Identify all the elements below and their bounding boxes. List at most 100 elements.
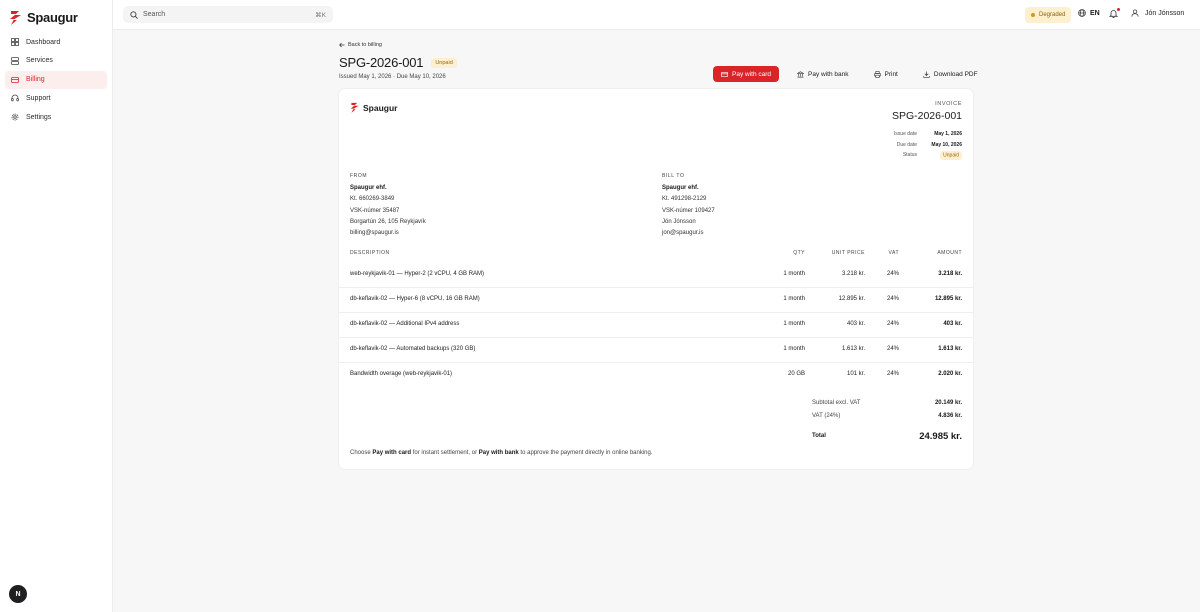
topbar: Search ⌘K Degraded EN Jón Jónsson <box>113 0 1200 30</box>
invoice-actions: Pay with card Pay with bank Print Downlo… <box>713 66 985 82</box>
total-row: Total 24.985 kr. <box>812 429 962 443</box>
item-vat: 24% <box>886 321 899 327</box>
globe-icon <box>1078 9 1086 17</box>
item-vat: 24% <box>886 346 899 352</box>
search-icon <box>130 10 138 19</box>
item-description: db-keflavik-02 — Additional IPv4 address <box>350 321 460 327</box>
user-icon <box>1131 9 1139 17</box>
status-row-value: Unpaid <box>917 150 962 160</box>
from-block: FROM Spaugur ehf. Kt. 660269-3849 VSK-nú… <box>350 171 426 239</box>
bill-to-block: BILL TO Spaugur ehf. Kt. 491298-2129 VSK… <box>662 171 715 239</box>
col-amount: AMOUNT <box>937 250 962 256</box>
sidebar-item-services[interactable]: Services <box>5 52 107 70</box>
issued-due-line: Issued May 1, 2026 · Due May 10, 2026 <box>339 74 446 80</box>
item-vat: 24% <box>886 271 899 277</box>
user-menu[interactable]: Jón Jónsson <box>1131 9 1184 17</box>
due-date-value: May 10, 2026 <box>931 141 962 148</box>
invoice-label: INVOICE <box>935 101 962 107</box>
search-placeholder: Search <box>143 11 166 18</box>
bill-to-label: BILL TO <box>662 173 685 179</box>
search-shortcut: ⌘K <box>315 11 326 19</box>
from-label: FROM <box>350 173 368 179</box>
line-items-header: DESCRIPTION QTY UNIT PRICE VAT AMOUNT <box>350 250 962 260</box>
table-row: web-reykjavik-01 — Hyper-2 (2 vCPU, 4 GB… <box>339 263 973 288</box>
sidebar-item-settings[interactable]: Settings <box>5 108 107 126</box>
sidebar-item-billing[interactable]: Billing <box>5 70 107 89</box>
workspace-badge[interactable]: N <box>9 585 27 603</box>
download-pdf-label: Download PDF <box>933 70 978 78</box>
card-icon <box>11 76 19 83</box>
sidebar-item-label: Settings <box>26 113 52 121</box>
sidebar-item-support[interactable]: Support <box>5 89 107 107</box>
invoice-number: SPG-2026-001 <box>891 110 962 122</box>
col-vat: VAT <box>888 250 899 256</box>
back-to-billing-link[interactable]: Back to billing <box>339 42 382 48</box>
subtotal-row: Subtotal excl. VAT 20.149 kr. <box>812 396 962 409</box>
vat-row: VAT (24%) 4.836 kr. <box>812 409 962 422</box>
bill-to-contact: Jón Jónsson <box>662 218 696 225</box>
status-dot-icon <box>1031 13 1035 17</box>
print-button[interactable]: Print <box>867 66 905 82</box>
back-label: Back to billing <box>348 42 382 48</box>
col-unit-price: UNIT PRICE <box>831 250 865 256</box>
spaugur-logo-icon <box>350 102 359 113</box>
sidebar-item-label: Dashboard <box>26 38 61 46</box>
pay-with-card-button[interactable]: Pay with card <box>713 66 780 82</box>
notifications-button[interactable] <box>1108 8 1120 19</box>
footnote-text: Choose <box>350 450 373 456</box>
sidebar-item-label: Services <box>26 57 53 65</box>
item-qty: 20 GB <box>787 371 805 377</box>
app-name: Spaugur <box>27 9 78 25</box>
item-unit-price: 1.613 kr. <box>841 346 865 352</box>
sidebar-item-label: Billing <box>26 76 45 84</box>
invoice-logo-text: Spaugur <box>363 102 398 113</box>
sidebar-item-label: Support <box>26 94 51 102</box>
language-selector[interactable]: EN <box>1078 9 1100 17</box>
item-qty: 1 month <box>783 296 805 302</box>
invoice-meta: Issue date May 1, 2026 Due date May 10, … <box>894 129 962 161</box>
from-vsk: VSK-númer 35487 <box>350 207 400 214</box>
item-amount: 1.613 kr. <box>938 346 962 352</box>
sidebar-item-dashboard[interactable]: Dashboard <box>5 33 107 51</box>
vat-label: VAT (24%) <box>812 412 841 419</box>
col-description: DESCRIPTION <box>350 250 390 256</box>
issue-date-value: May 1, 2026 <box>934 131 962 138</box>
payment-footnote: Choose Pay with card for instant settlem… <box>350 450 653 456</box>
bill-to-name: Spaugur ehf. <box>662 185 699 192</box>
download-pdf-button[interactable]: Download PDF <box>916 66 985 82</box>
item-amount: 2.020 kr. <box>938 371 962 377</box>
item-amount: 12.895 kr. <box>934 296 962 302</box>
status-row-label: Status <box>902 152 917 159</box>
vat-value: 4.836 kr. <box>938 412 962 419</box>
issue-date-label: Issue date <box>893 131 917 138</box>
credit-card-icon <box>721 71 728 77</box>
from-kt: Kt. 660269-3849 <box>350 196 395 203</box>
from-name: Spaugur ehf. <box>350 185 387 192</box>
language-label: EN <box>1090 9 1100 17</box>
item-vat: 24% <box>886 371 899 377</box>
from-address: Borgartún 26, 105 Reykjavík <box>350 218 426 225</box>
bill-to-vsk: VSK-númer 109427 <box>662 207 715 214</box>
item-description: db-keflavik-02 — Automated backups (320 … <box>350 346 476 352</box>
bill-to-kt: Kt. 491298-2129 <box>662 196 707 203</box>
pay-with-bank-button[interactable]: Pay with bank <box>790 66 855 82</box>
table-row: db-keflavik-02 — Automated backups (320 … <box>339 338 973 363</box>
footnote-bank-emphasis: Pay with bank <box>478 450 519 456</box>
bill-to-email: jon@spaugur.is <box>662 230 704 237</box>
table-row: Bandwidth overage (web-reykjavik-01) 20 … <box>339 363 973 388</box>
due-date-label: Due date <box>896 141 917 148</box>
app-logo[interactable]: Spaugur <box>9 8 78 26</box>
total-value: 24.985 kr. <box>919 430 962 442</box>
search-input[interactable]: Search ⌘K <box>123 6 333 23</box>
gear-icon <box>11 113 19 121</box>
status-label: Degraded <box>1039 12 1066 18</box>
invoice-totals: Subtotal excl. VAT 20.149 kr. VAT (24%) … <box>812 396 962 443</box>
status-badge[interactable]: Degraded <box>1025 7 1072 23</box>
status-row: Status Unpaid <box>894 150 962 161</box>
bank-icon <box>797 70 805 77</box>
line-items: web-reykjavik-01 — Hyper-2 (2 vCPU, 4 GB… <box>339 263 973 388</box>
col-qty: QTY <box>793 250 805 256</box>
footnote-text: to approve the payment directly in onlin… <box>518 450 653 456</box>
table-row: db-keflavik-02 — Additional IPv4 address… <box>339 313 973 338</box>
item-description: web-reykjavik-01 — Hyper-2 (2 vCPU, 4 GB… <box>350 271 485 277</box>
